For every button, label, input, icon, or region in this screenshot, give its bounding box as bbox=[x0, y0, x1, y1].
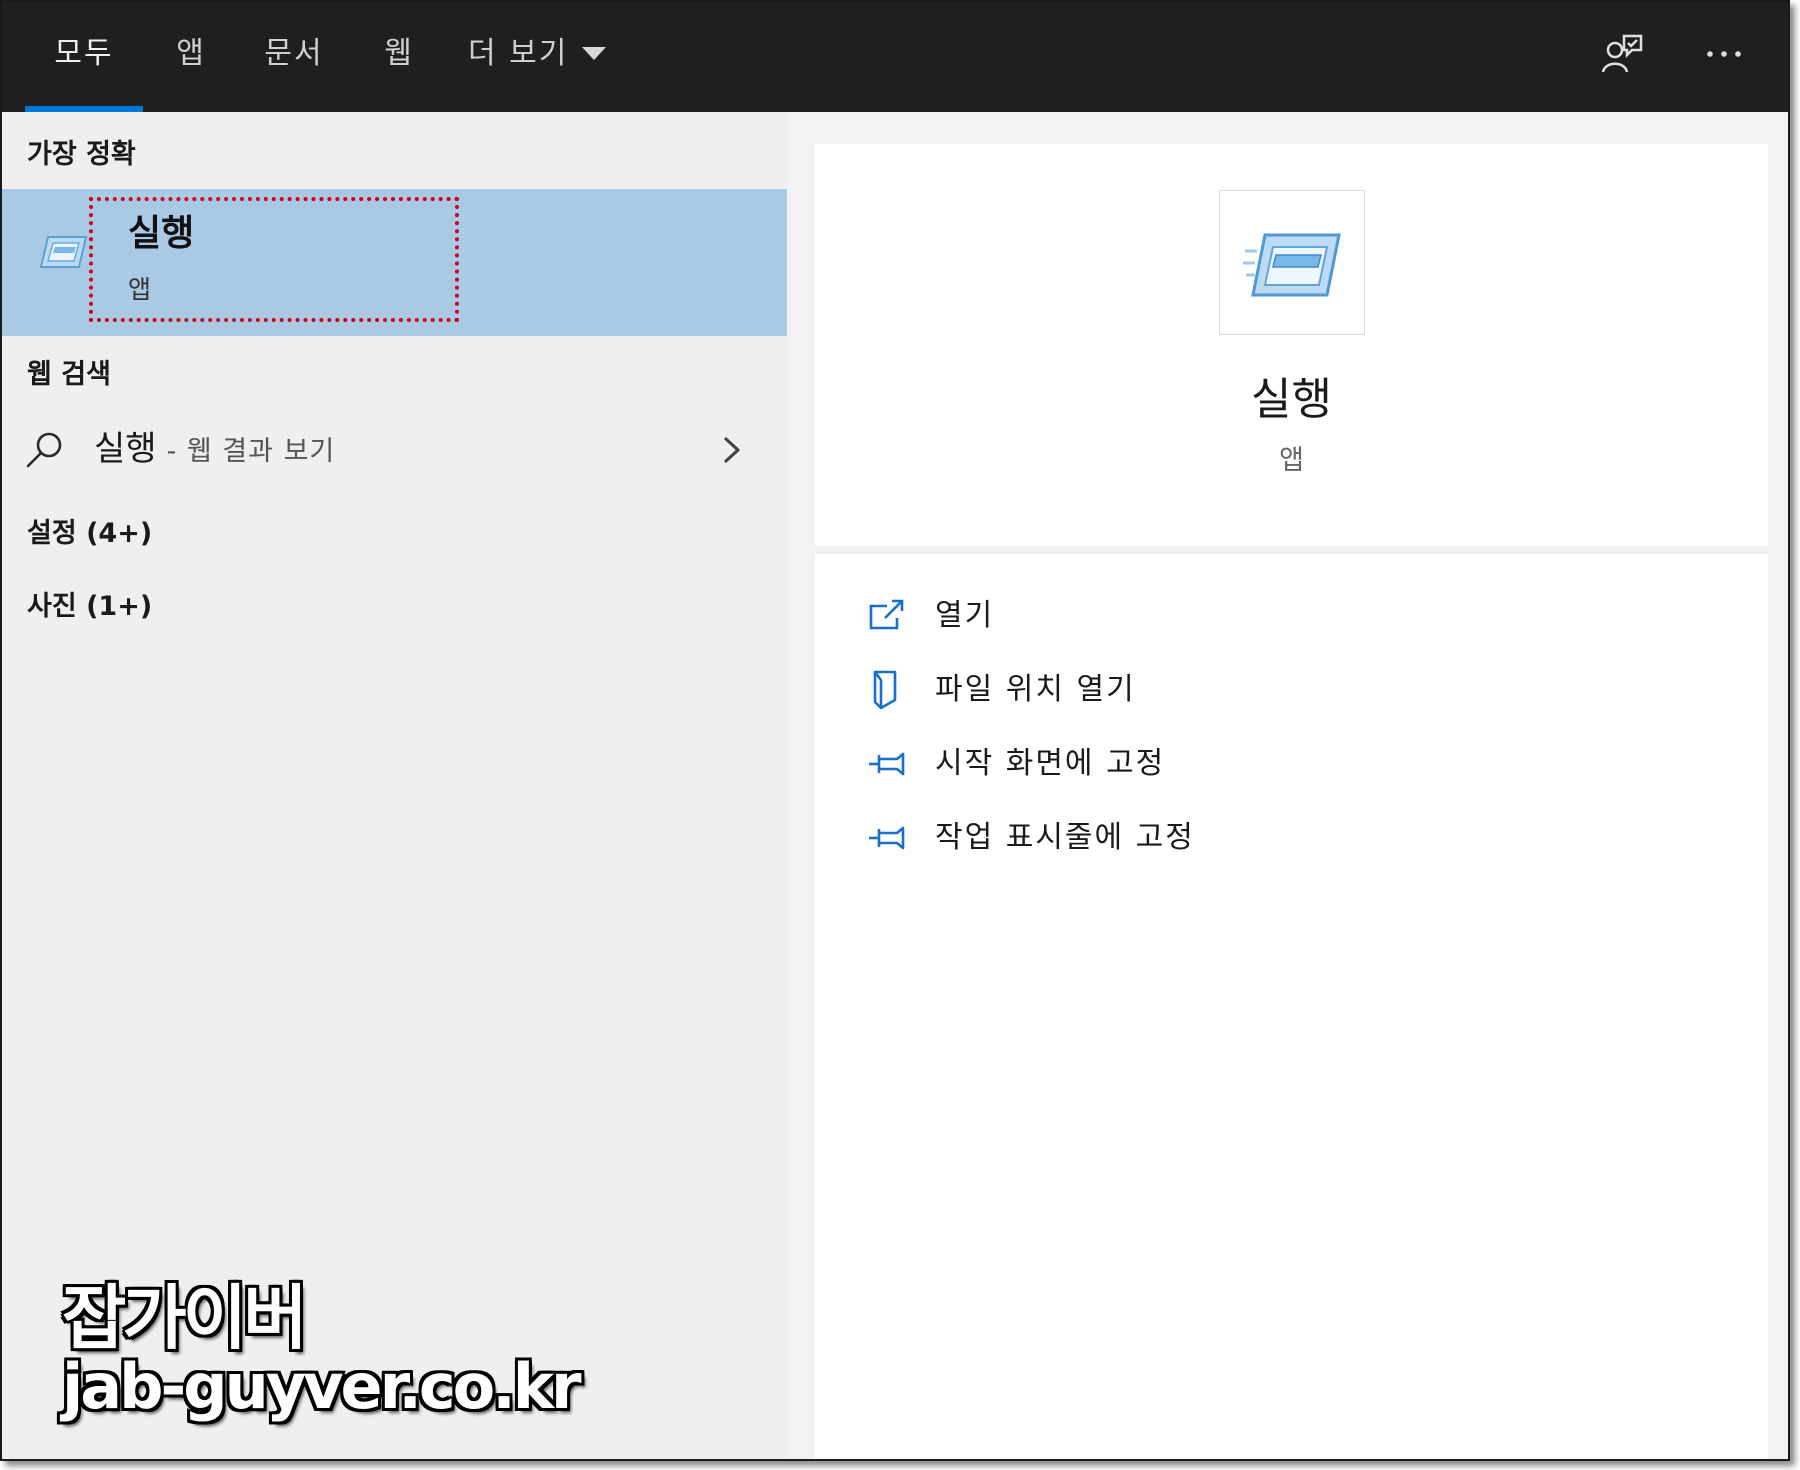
run-app-icon bbox=[1243, 233, 1341, 297]
chevron-right-icon[interactable] bbox=[718, 434, 746, 466]
pin-icon bbox=[867, 744, 907, 784]
detail-subtitle: 앱 bbox=[1279, 445, 1304, 476]
detail-panel: 실행 앱 열기 파일 위치 열기 시작 화면에 고정 작업 표시줄에 고정 bbox=[787, 112, 1788, 1459]
tab-label: 모두 bbox=[54, 36, 114, 71]
action-label: 열기 bbox=[935, 598, 995, 633]
action-label: 작업 표시줄에 고정 bbox=[935, 820, 1195, 855]
open-icon bbox=[867, 596, 907, 636]
settings-group[interactable]: 설정 (4+) bbox=[27, 517, 152, 551]
best-match-item[interactable]: 실행 앱 bbox=[2, 189, 787, 336]
web-search-query: 실행 - 웹 결과 보기 bbox=[94, 428, 335, 473]
photos-group[interactable]: 사진 (1+) bbox=[27, 590, 152, 624]
more-options-icon[interactable] bbox=[1702, 32, 1746, 76]
web-search-suffix: - 웹 결과 보기 bbox=[166, 436, 336, 467]
watermark-title: 잡가이버 bbox=[62, 1277, 308, 1359]
file-location-icon bbox=[867, 670, 907, 710]
watermark-url: jab-guyver.co.kr bbox=[62, 1350, 582, 1423]
tab-all[interactable]: 모두 bbox=[25, 2, 143, 106]
tab-web[interactable]: 웹 bbox=[362, 2, 436, 106]
web-search-result[interactable]: 실행 - 웹 결과 보기 bbox=[2, 412, 787, 488]
search-filter-bar: 모두 앱 문서 웹 더 보기 bbox=[2, 2, 1788, 112]
search-icon bbox=[24, 429, 66, 471]
tab-label: 앱 bbox=[176, 36, 206, 71]
search-window: 모두 앱 문서 웹 더 보기 가장 정확 실행 앱 웹 검색 실행 - 웹 결과… bbox=[0, 0, 1790, 1461]
best-match-heading: 가장 정확 bbox=[27, 139, 136, 170]
feedback-icon[interactable] bbox=[1600, 32, 1644, 76]
action-open-file-location[interactable]: 파일 위치 열기 bbox=[815, 653, 1768, 727]
tab-label: 문서 bbox=[264, 36, 324, 71]
caret-down-icon bbox=[582, 2, 607, 104]
detail-header-card: 실행 앱 bbox=[815, 144, 1768, 546]
pin-icon bbox=[867, 818, 907, 858]
action-pin-to-taskbar[interactable]: 작업 표시줄에 고정 bbox=[815, 801, 1768, 875]
web-search-query-text: 실행 bbox=[94, 429, 157, 469]
highlight-box bbox=[89, 197, 459, 322]
action-list: 열기 파일 위치 열기 시작 화면에 고정 작업 표시줄에 고정 bbox=[815, 579, 1768, 875]
tab-apps[interactable]: 앱 bbox=[152, 2, 230, 106]
detail-actions-card: 열기 파일 위치 열기 시작 화면에 고정 작업 표시줄에 고정 bbox=[815, 554, 1768, 1459]
tab-more[interactable]: 더 보기 bbox=[468, 2, 628, 106]
results-panel: 가장 정확 실행 앱 웹 검색 실행 - 웹 결과 보기 설정 (4+) 사진 … bbox=[2, 112, 787, 1459]
action-pin-to-start[interactable]: 시작 화면에 고정 bbox=[815, 727, 1768, 801]
action-label: 파일 위치 열기 bbox=[935, 672, 1136, 707]
action-open[interactable]: 열기 bbox=[815, 579, 1768, 653]
action-label: 시작 화면에 고정 bbox=[935, 746, 1166, 781]
tab-label: 웹 bbox=[384, 36, 414, 71]
run-app-icon bbox=[38, 233, 88, 271]
web-search-heading: 웹 검색 bbox=[27, 359, 111, 390]
screenshot-root: 모두 앱 문서 웹 더 보기 가장 정확 실행 앱 웹 검색 실행 - 웹 결과… bbox=[0, 0, 1800, 1470]
app-tile bbox=[1219, 190, 1365, 335]
tab-label: 더 보기 bbox=[468, 36, 569, 71]
tab-documents[interactable]: 문서 bbox=[250, 2, 338, 106]
detail-title: 실행 bbox=[1251, 374, 1332, 425]
